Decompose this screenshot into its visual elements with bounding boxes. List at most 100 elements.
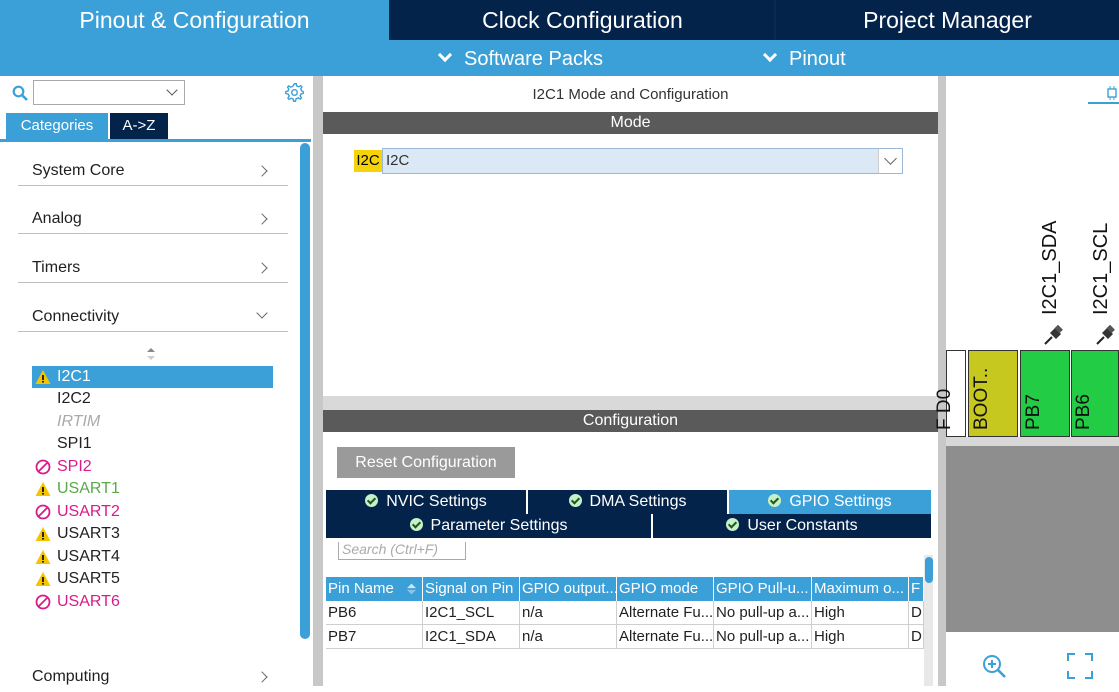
list-item-spi2[interactable]: SPI2 xyxy=(32,456,273,478)
reset-configuration-button[interactable]: Reset Configuration xyxy=(337,447,515,478)
item-label: USART6 xyxy=(57,593,120,610)
table-cell[interactable]: Alternate Fu... xyxy=(617,601,714,625)
check-icon xyxy=(409,518,423,531)
panel-splitter[interactable] xyxy=(313,76,323,686)
blocked-icon xyxy=(35,594,51,610)
column-header-gpio-mode[interactable]: GPIO mode xyxy=(617,577,714,601)
list-item-i2c1[interactable]: I2C1 xyxy=(32,366,273,388)
pin-boot[interactable]: BOOT.. xyxy=(968,350,1018,437)
table-cell[interactable]: No pull-up a... xyxy=(714,601,812,625)
panel-divider[interactable] xyxy=(323,396,938,410)
check-icon xyxy=(568,494,582,507)
category-label: System Core xyxy=(32,162,125,179)
category-system-core[interactable]: System Core xyxy=(18,156,288,186)
table-cell[interactable]: I2C1_SDA xyxy=(423,625,520,649)
category-computing[interactable]: Computing xyxy=(18,662,288,692)
search-combobox[interactable] xyxy=(33,80,185,105)
category-timers[interactable]: Timers xyxy=(18,253,288,283)
blocked-icon xyxy=(35,504,51,520)
chevron-down-icon xyxy=(256,307,268,319)
tab-label: GPIO Settings xyxy=(789,493,892,510)
i2c-mode-label: I2C xyxy=(354,150,382,172)
list-item-usart6[interactable]: USART6 xyxy=(32,591,273,613)
table-cell[interactable]: I2C1_SCL xyxy=(423,601,520,625)
a-z-toggle[interactable]: A->Z xyxy=(110,113,168,139)
tab-parameter-settings[interactable]: Parameter Settings xyxy=(326,514,653,538)
chevron-right-icon xyxy=(256,165,268,177)
table-cell[interactable]: D xyxy=(909,625,924,649)
table-search-input[interactable]: Search (Ctrl+F) xyxy=(338,542,466,560)
list-item-irtim[interactable]: IRTIM xyxy=(32,411,273,433)
pinout-label: Pinout xyxy=(789,48,846,70)
column-header-f[interactable]: F xyxy=(909,577,924,601)
list-item-usart5[interactable]: USART5 xyxy=(32,568,273,590)
tab-clock-configuration[interactable]: Clock Configuration xyxy=(391,0,774,40)
list-item-i2c2[interactable]: I2C2 xyxy=(32,388,273,410)
list-item-usart4[interactable]: USART4 xyxy=(32,546,273,568)
warning-icon xyxy=(35,550,51,564)
tab-project-manager[interactable]: Project Manager xyxy=(776,0,1119,40)
mode-header: Mode xyxy=(323,112,938,134)
tab-nvic-settings[interactable]: NVIC Settings xyxy=(326,490,528,514)
pin-label: PB6 xyxy=(1073,394,1094,430)
chevron-down-icon[interactable] xyxy=(878,149,902,173)
chip-view-tab[interactable] xyxy=(1088,84,1119,104)
panel-splitter[interactable] xyxy=(938,76,946,686)
fit-to-screen-icon[interactable] xyxy=(1067,653,1093,679)
pinout-menu[interactable]: Pinout xyxy=(762,40,846,76)
chevron-down-icon[interactable] xyxy=(166,84,178,96)
signal-label-i2c1-scl: I2C1_SCL xyxy=(1090,222,1112,315)
table-cell[interactable]: Alternate Fu... xyxy=(617,625,714,649)
categories-toggle[interactable]: Categories xyxy=(6,113,108,139)
category-label: Timers xyxy=(32,259,81,276)
search-icon[interactable] xyxy=(12,85,28,101)
table-cell[interactable]: High xyxy=(812,601,909,625)
category-analog[interactable]: Analog xyxy=(18,204,288,234)
tab-gpio-settings[interactable]: GPIO Settings xyxy=(729,490,931,514)
tab-label: User Constants xyxy=(747,517,858,534)
software-packs-label: Software Packs xyxy=(464,48,603,70)
sort-icon[interactable] xyxy=(145,347,157,361)
tab-dma-settings[interactable]: DMA Settings xyxy=(528,490,729,514)
item-label: USART3 xyxy=(57,525,120,542)
table-cell[interactable]: High xyxy=(812,625,909,649)
table-cell[interactable]: No pull-up a... xyxy=(714,625,812,649)
table-cell[interactable]: D xyxy=(909,601,924,625)
pin-pb7[interactable]: PB7 xyxy=(1020,350,1070,437)
table-cell[interactable]: n/a xyxy=(520,601,617,625)
column-header-maximum-output[interactable]: Maximum o... xyxy=(812,577,909,601)
zoom-in-icon[interactable] xyxy=(981,653,1007,679)
chip-icon xyxy=(1107,86,1117,100)
list-item-usart2[interactable]: USART2 xyxy=(32,501,273,523)
table-cell[interactable]: n/a xyxy=(520,625,617,649)
column-header-gpio-output[interactable]: GPIO output... xyxy=(520,577,617,601)
header-label: Pin Name xyxy=(328,580,394,597)
list-item-usart1[interactable]: USART1 xyxy=(32,478,273,500)
pin-label: BOOT.. xyxy=(971,367,992,430)
left-scrollbar[interactable] xyxy=(300,143,310,639)
table-cell[interactable]: PB6 xyxy=(326,601,423,625)
gear-icon[interactable] xyxy=(284,82,305,103)
item-label: I2C2 xyxy=(57,390,91,407)
software-packs-menu[interactable]: Software Packs xyxy=(437,40,603,76)
signal-label-i2c1-sda: I2C1_SDA xyxy=(1039,220,1061,316)
segment-underline xyxy=(0,139,311,142)
tab-pinout-configuration[interactable]: Pinout & Configuration xyxy=(0,0,389,40)
table-cell[interactable]: PB7 xyxy=(326,625,423,649)
column-header-pin-name[interactable]: Pin Name xyxy=(326,577,423,601)
column-header-gpio-pull[interactable]: GPIO Pull-u... xyxy=(714,577,812,601)
pushpin-icon xyxy=(1044,325,1063,345)
column-header-signal-on-pin[interactable]: Signal on Pin xyxy=(423,577,520,601)
category-connectivity[interactable]: Connectivity xyxy=(18,302,288,332)
pin-f-d0[interactable]: F D0 xyxy=(934,350,966,437)
item-label: SPI1 xyxy=(57,435,92,452)
category-label: Analog xyxy=(32,210,82,227)
pin-pb6[interactable]: PB6 xyxy=(1071,350,1119,437)
table-scrollbar-thumb[interactable] xyxy=(925,557,933,583)
list-item-usart3[interactable]: USART3 xyxy=(32,523,273,545)
list-item-spi1[interactable]: SPI1 xyxy=(32,433,273,455)
i2c-mode-select[interactable]: I2C xyxy=(382,148,903,174)
chevron-right-icon xyxy=(256,262,268,274)
pin-label: PB7 xyxy=(1023,394,1044,430)
tab-user-constants[interactable]: User Constants xyxy=(653,514,931,538)
